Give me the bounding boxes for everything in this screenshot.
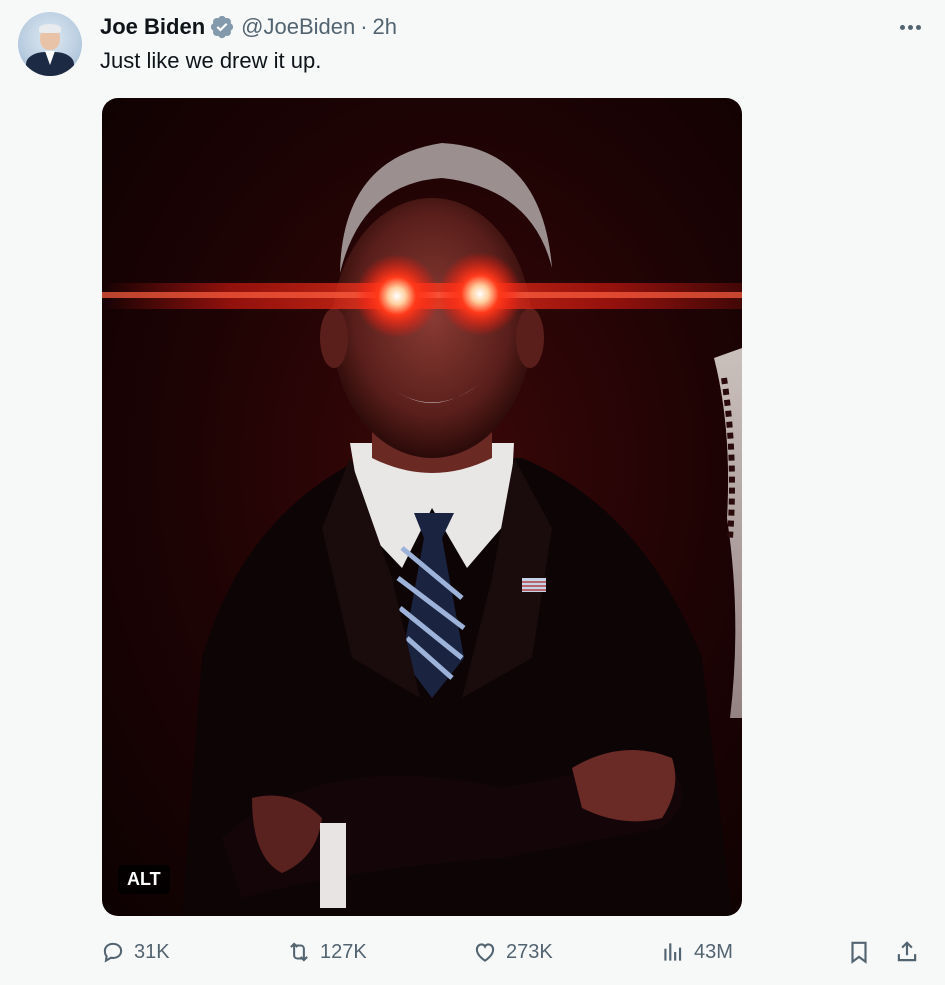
image-illustration (102, 143, 742, 916)
repost-icon (290, 942, 308, 962)
reply-icon (103, 942, 123, 963)
avatar[interactable] (18, 12, 82, 76)
separator-dot: · (360, 14, 368, 39)
reply-count: 31K (134, 940, 170, 963)
avatar-hair (39, 24, 61, 33)
tweet-header: Joe Biden @JoeBiden · 2h (100, 12, 397, 42)
views-icon (664, 943, 682, 961)
reply-button[interactable]: 31K (100, 932, 170, 972)
views-button[interactable]: 43M (660, 932, 733, 972)
share-icon (897, 941, 917, 962)
tweet-text: Just like we drew it up. (100, 48, 322, 73)
repost-button[interactable]: 127K (286, 932, 367, 972)
share-button[interactable] (894, 932, 920, 972)
like-icon (475, 943, 495, 962)
like-count: 273K (506, 940, 553, 963)
author-name[interactable]: Joe Biden (100, 14, 205, 40)
action-bar: 31K 127K 273K 43M (100, 932, 930, 972)
author-handle[interactable]: @JoeBiden (241, 14, 355, 40)
more-icon[interactable] (895, 14, 925, 40)
bookmark-icon (851, 941, 867, 964)
verified-badge-icon (209, 14, 235, 40)
tweet-image[interactable]: ALT (102, 98, 742, 916)
alt-badge[interactable]: ALT (118, 865, 170, 894)
views-count: 43M (694, 940, 733, 963)
bookmark-button[interactable] (846, 932, 872, 972)
timestamp[interactable]: 2h (373, 14, 397, 40)
repost-count: 127K (320, 940, 367, 963)
like-button[interactable]: 273K (472, 932, 553, 972)
